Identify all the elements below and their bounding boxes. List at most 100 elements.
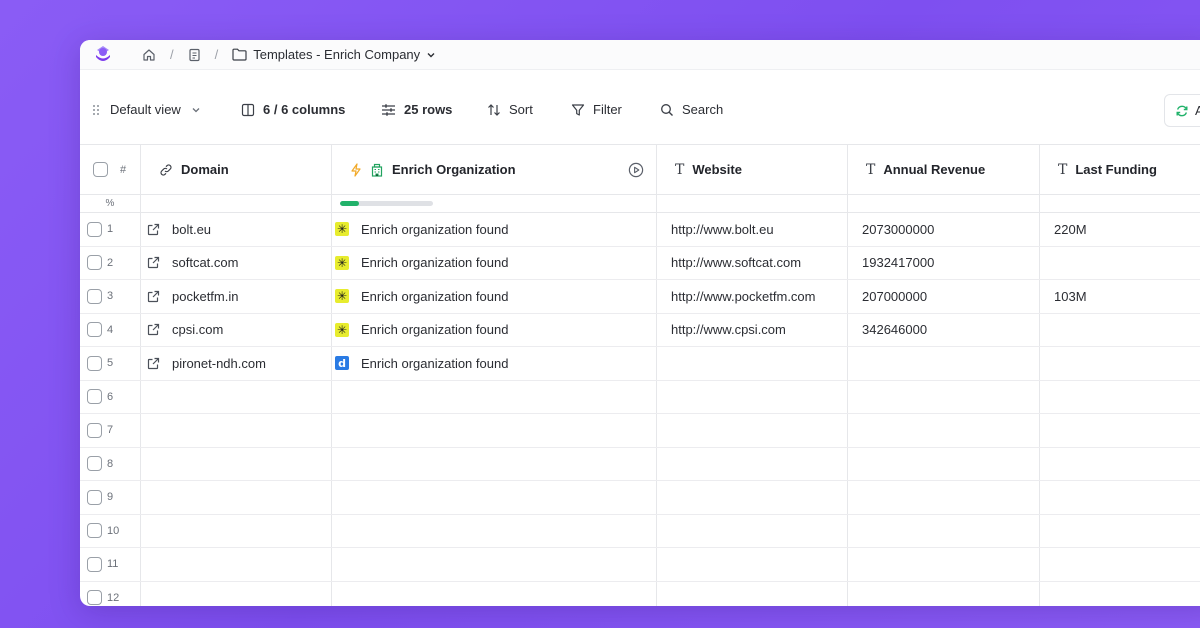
domain-cell[interactable] [141, 380, 332, 413]
revenue-cell[interactable] [848, 548, 1040, 581]
row-checkbox[interactable] [87, 389, 102, 405]
table-row[interactable]: 6 [80, 380, 1200, 414]
table-row[interactable]: 11 [80, 548, 1200, 582]
revenue-cell[interactable]: 207000000 [848, 280, 1040, 313]
external-link-icon[interactable] [147, 256, 160, 269]
enrich-cell[interactable] [332, 447, 657, 480]
revenue-cell[interactable] [848, 414, 1040, 447]
table-row[interactable]: 12 [80, 581, 1200, 607]
external-link-icon[interactable] [147, 323, 160, 336]
website-cell[interactable] [657, 347, 848, 380]
website-cell[interactable] [657, 581, 848, 606]
funding-cell[interactable] [1040, 481, 1200, 514]
row-checkbox[interactable] [87, 523, 102, 539]
row-checkbox[interactable] [87, 221, 102, 237]
table-row[interactable]: 5 pironet-ndh.com d Enrich organization fou… [80, 347, 1200, 381]
home-icon[interactable] [142, 48, 156, 62]
enrich-cell[interactable]: ✳ Enrich organization found [332, 213, 657, 246]
table-row[interactable]: 7 [80, 414, 1200, 448]
search-button[interactable]: Search [660, 102, 723, 117]
website-cell[interactable]: http://www.bolt.eu [657, 213, 848, 246]
column-header-last-funding[interactable]: T Last Funding [1040, 145, 1200, 194]
revenue-cell[interactable] [848, 380, 1040, 413]
revenue-cell[interactable] [848, 581, 1040, 606]
domain-cell[interactable] [141, 414, 332, 447]
domain-cell[interactable] [141, 548, 332, 581]
columns-button[interactable]: 6 / 6 columns [241, 102, 345, 117]
enrich-cell[interactable]: ✳ Enrich organization found [332, 280, 657, 313]
table-row[interactable]: 2 softcat.com ✳ Enrich organization found ht… [80, 246, 1200, 280]
enrich-cell[interactable] [332, 380, 657, 413]
funding-cell[interactable] [1040, 314, 1200, 347]
row-checkbox[interactable] [87, 255, 102, 271]
revenue-cell[interactable] [848, 447, 1040, 480]
funding-cell[interactable]: 220M [1040, 213, 1200, 246]
play-circle-icon[interactable] [628, 162, 644, 178]
enrich-cell[interactable]: d Enrich organization found [332, 347, 657, 380]
refresh-button[interactable]: A [1164, 94, 1200, 127]
table-row[interactable]: 3 pocketfm.in ✳ Enrich organization found ht… [80, 280, 1200, 314]
domain-cell[interactable]: softcat.com [141, 246, 332, 279]
drag-handle-icon[interactable] [92, 104, 100, 116]
revenue-cell[interactable]: 2073000000 [848, 213, 1040, 246]
table-row[interactable]: 10 [80, 514, 1200, 548]
domain-cell[interactable] [141, 447, 332, 480]
enrich-cell[interactable] [332, 414, 657, 447]
funding-cell[interactable] [1040, 414, 1200, 447]
table-row[interactable]: 9 [80, 481, 1200, 515]
enrich-cell[interactable]: ✳ Enrich organization found [332, 246, 657, 279]
row-checkbox[interactable] [87, 456, 102, 472]
row-checkbox[interactable] [87, 355, 102, 371]
row-checkbox[interactable] [87, 322, 102, 338]
external-link-icon[interactable] [147, 357, 160, 370]
rows-button[interactable]: 25 rows [381, 102, 452, 117]
funding-cell[interactable] [1040, 381, 1200, 414]
row-checkbox[interactable] [87, 489, 102, 505]
funding-cell[interactable]: 103M [1040, 280, 1200, 313]
enrich-cell[interactable] [332, 581, 657, 606]
sort-button[interactable]: Sort [487, 102, 533, 117]
website-cell[interactable] [657, 481, 848, 514]
funding-cell[interactable] [1040, 347, 1200, 380]
revenue-cell[interactable] [848, 514, 1040, 547]
website-cell[interactable]: http://www.softcat.com [657, 246, 848, 279]
domain-cell[interactable] [141, 481, 332, 514]
column-header-annual-revenue[interactable]: T Annual Revenue [848, 145, 1040, 194]
funding-cell[interactable] [1040, 515, 1200, 548]
revenue-cell[interactable]: 1932417000 [848, 246, 1040, 279]
row-checkbox[interactable] [87, 288, 102, 304]
breadcrumb-current[interactable]: Templates - Enrich Company [232, 47, 436, 62]
table-row[interactable]: 1 bolt.eu ✳ Enrich organization found http:/… [80, 213, 1200, 247]
external-link-icon[interactable] [147, 223, 160, 236]
enrich-cell[interactable] [332, 548, 657, 581]
column-header-website[interactable]: T Website [657, 145, 848, 194]
website-cell[interactable] [657, 380, 848, 413]
app-logo-icon[interactable] [94, 45, 112, 65]
document-icon[interactable] [188, 48, 201, 62]
website-cell[interactable] [657, 548, 848, 581]
enrich-cell[interactable] [332, 514, 657, 547]
external-link-icon[interactable] [147, 290, 160, 303]
domain-cell[interactable]: pironet-ndh.com [141, 347, 332, 380]
select-all-checkbox[interactable] [93, 162, 108, 177]
funding-cell[interactable] [1040, 582, 1200, 607]
domain-cell[interactable]: pocketfm.in [141, 280, 332, 313]
revenue-cell[interactable] [848, 481, 1040, 514]
website-cell[interactable]: http://www.pocketfm.com [657, 280, 848, 313]
enrich-cell[interactable] [332, 481, 657, 514]
website-cell[interactable]: http://www.cpsi.com [657, 313, 848, 346]
domain-cell[interactable] [141, 514, 332, 547]
column-header-domain[interactable]: Domain [141, 145, 332, 194]
row-checkbox[interactable] [87, 590, 102, 606]
domain-cell[interactable] [141, 581, 332, 606]
funding-cell[interactable] [1040, 247, 1200, 280]
funding-cell[interactable] [1040, 548, 1200, 581]
enrich-cell[interactable]: ✳ Enrich organization found [332, 313, 657, 346]
funding-cell[interactable] [1040, 448, 1200, 481]
table-row[interactable]: 8 [80, 447, 1200, 481]
website-cell[interactable] [657, 414, 848, 447]
table-row[interactable]: 4 cpsi.com ✳ Enrich organization found http:… [80, 313, 1200, 347]
website-cell[interactable] [657, 514, 848, 547]
revenue-cell[interactable]: 342646000 [848, 313, 1040, 346]
domain-cell[interactable]: bolt.eu [141, 213, 332, 246]
